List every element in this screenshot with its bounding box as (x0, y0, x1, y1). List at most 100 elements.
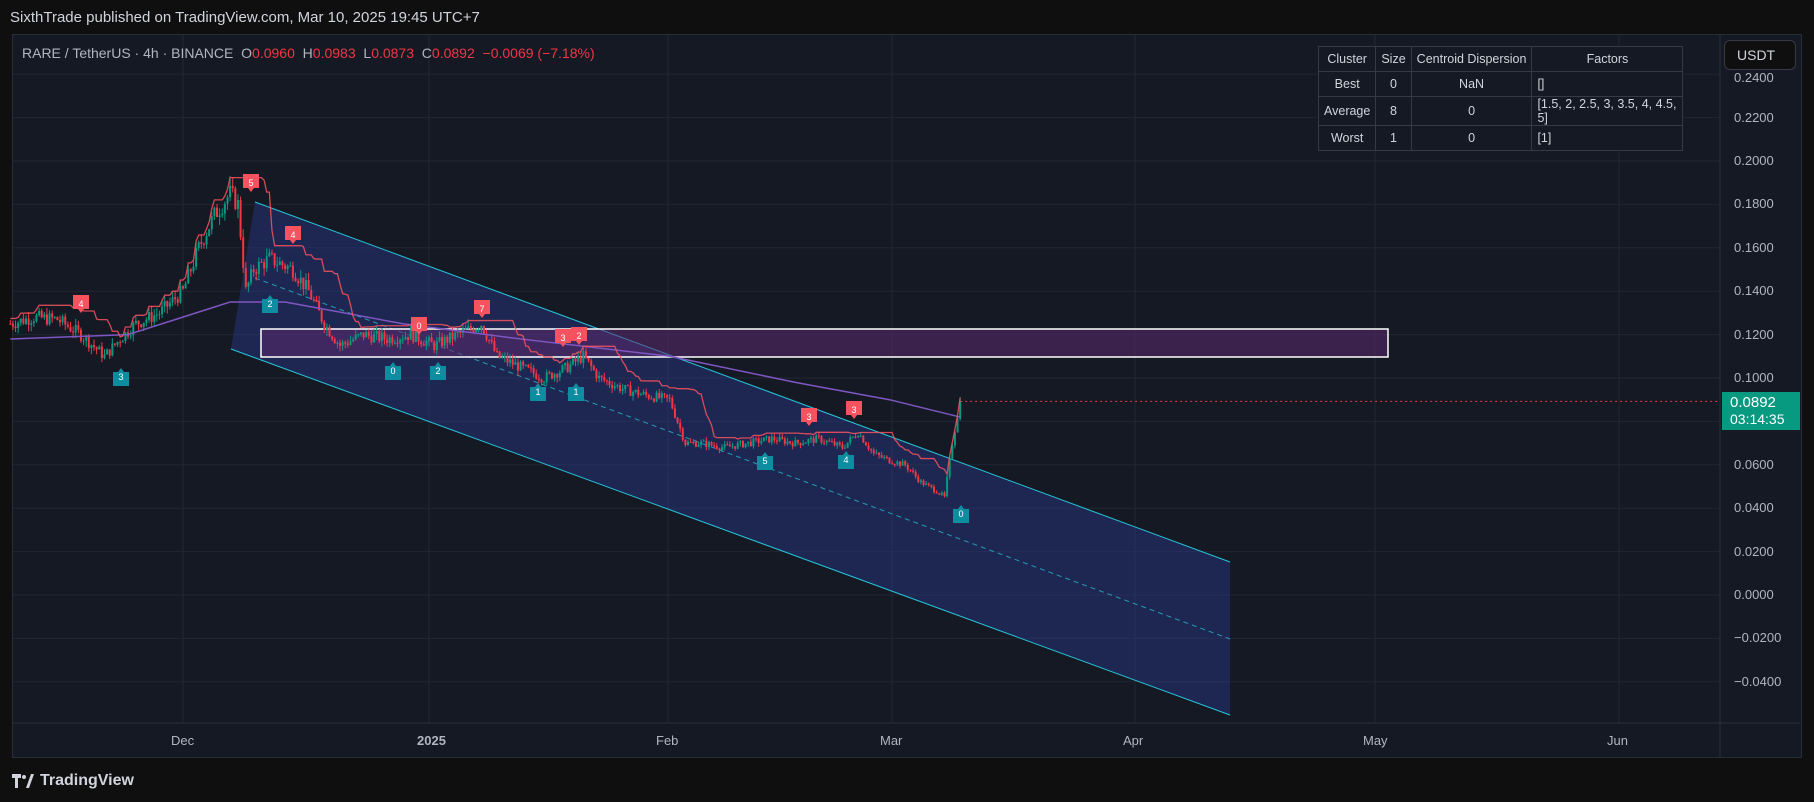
candle-body (145, 319, 148, 323)
candle-body (663, 393, 666, 395)
candle-body (284, 265, 287, 270)
candle-body (346, 343, 349, 345)
candle-body (516, 362, 519, 371)
candle-body (791, 443, 794, 447)
candle-body (710, 442, 713, 446)
candle-body (189, 269, 192, 272)
price-axis-label: −0.0200 (1734, 630, 1782, 646)
candle-body (210, 216, 213, 230)
time-axis-label: Jun (1607, 733, 1628, 748)
candle-body (74, 325, 77, 333)
candle-body (367, 332, 370, 336)
candle-body (273, 253, 276, 266)
candle-body (647, 394, 650, 399)
candle-body (276, 264, 279, 266)
candle-body (574, 358, 577, 362)
candle-body (168, 302, 171, 307)
candle-body (286, 265, 289, 270)
candle-body (830, 441, 833, 443)
candle-body (247, 282, 250, 287)
candle-body (673, 408, 676, 418)
candle-body (590, 360, 593, 367)
candle-body (302, 277, 305, 290)
header-cell: Factors (1531, 46, 1684, 72)
candle-body (477, 329, 480, 331)
candle-body (550, 372, 553, 379)
candle-body (723, 444, 726, 448)
candle-body (553, 374, 556, 379)
price-axis-label: 0.1200 (1734, 326, 1774, 342)
candle-body (781, 436, 784, 439)
candle-body (624, 385, 627, 390)
candle-body (380, 332, 383, 341)
candle-body (833, 441, 836, 446)
price-axis-label: 0.2400 (1734, 70, 1774, 85)
candle-body (263, 262, 266, 269)
candle-body (569, 364, 572, 373)
candle-body (208, 229, 211, 237)
candle-body (914, 471, 917, 477)
candle-body (783, 438, 786, 444)
candle-body (613, 386, 616, 389)
candle-body (880, 455, 883, 458)
signal-label-text: 2 (267, 299, 272, 309)
candle-body (72, 331, 75, 333)
time-axis-label: Dec (171, 733, 195, 748)
candle-body (430, 337, 433, 343)
candle-body (218, 215, 221, 217)
currency-button[interactable]: USDT (1724, 40, 1796, 70)
candle-body (231, 185, 234, 189)
candle-body (456, 331, 459, 333)
candle-body (187, 269, 190, 284)
cell: 1 (1375, 125, 1412, 151)
candle-body (734, 446, 737, 449)
candle-body (836, 442, 839, 446)
candle-body (32, 321, 35, 324)
candle-body (820, 435, 823, 443)
candle-body (804, 442, 807, 444)
candle-body (370, 335, 373, 343)
candle-body (796, 440, 799, 443)
candle-body (435, 341, 438, 351)
candle-body (299, 277, 302, 284)
signal-label-text: 3 (118, 372, 123, 382)
candle-body (509, 359, 512, 363)
candle-body (611, 385, 614, 389)
candle-body (328, 326, 331, 337)
header-cell: Centroid Dispersion (1410, 46, 1533, 72)
candle-body (174, 297, 177, 300)
candle-body (459, 331, 462, 333)
table-header-row: Cluster Size Centroid Dispersion Factors (1317, 46, 1684, 72)
candle-body (535, 373, 538, 379)
close-label: C (421, 45, 432, 61)
candle-body (182, 286, 184, 289)
candle-body (522, 361, 525, 366)
candle-body (140, 324, 143, 328)
candle-body (19, 318, 22, 323)
candle-body (527, 364, 530, 368)
candle-body (281, 261, 284, 266)
bearish-signal-label: 3 (846, 401, 862, 419)
candle-body (265, 256, 268, 269)
cell: 0 (1410, 125, 1533, 151)
table-row: Worst 1 0 [1] (1317, 125, 1684, 151)
candle-body (870, 449, 873, 451)
candle-body (898, 461, 901, 466)
symbol-info[interactable]: RARE / TetherUS · 4h · BINANCE (22, 45, 233, 61)
last-price-tag: 0.0892 03:14:35 (1722, 392, 1800, 430)
candle-body (702, 440, 705, 442)
candle-body (255, 272, 258, 274)
tradingview-logo[interactable]: TradingView (12, 772, 134, 790)
candle-body (124, 332, 127, 342)
candle-body (192, 266, 195, 272)
candle-body (762, 437, 765, 442)
candle-body (236, 200, 239, 209)
candle-body (605, 380, 608, 382)
candle-body (501, 357, 504, 359)
candle-body (451, 332, 454, 340)
candle-body (775, 440, 778, 442)
candle-body (223, 203, 226, 214)
candle-body (407, 336, 410, 340)
candle-body (113, 343, 116, 345)
candle-body (378, 331, 381, 341)
